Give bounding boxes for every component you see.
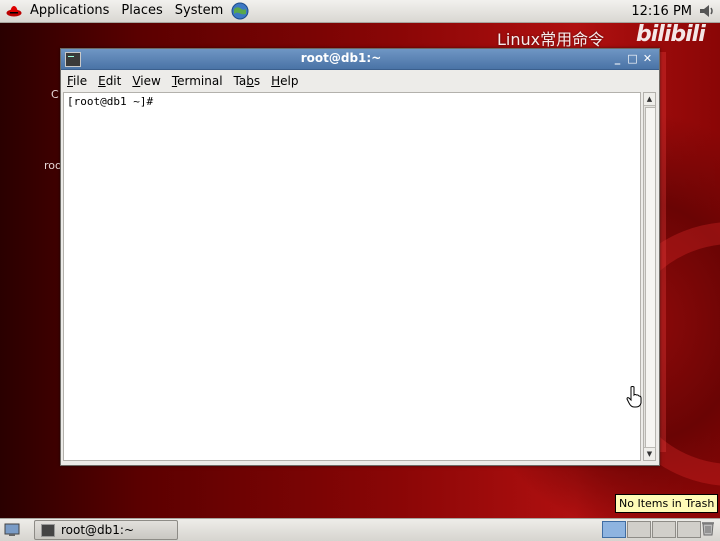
terminal-text-area[interactable]: [root@db1 ~]#	[63, 92, 641, 461]
panel-tray: 12:16 PM	[625, 3, 720, 19]
window-menubar: File Edit View Terminal Tabs Help	[61, 70, 659, 92]
places-menu[interactable]: Places	[115, 0, 168, 22]
trash-tooltip: No Items in Trash	[615, 494, 719, 513]
top-panel: Applications Places System 12:16 PM	[0, 0, 720, 23]
minimize-icon[interactable]: _	[611, 52, 624, 65]
hand-cursor-icon	[626, 386, 642, 408]
menu-view[interactable]: View	[127, 70, 165, 92]
workspace-1[interactable]	[602, 521, 626, 538]
workspace-switcher	[602, 521, 702, 538]
scroll-down-arrow-icon[interactable]: ▼	[644, 447, 655, 460]
vertical-scrollbar[interactable]: ▲ ▼	[643, 92, 656, 461]
menu-help[interactable]: Help	[266, 70, 303, 92]
applications-menu[interactable]: Applications	[24, 0, 115, 22]
taskbar-button-terminal[interactable]: root@db1:~	[34, 520, 178, 540]
redhat-logo-icon[interactable]	[6, 4, 22, 18]
workspace-3[interactable]	[652, 521, 676, 538]
menu-terminal[interactable]: Terminal	[167, 70, 228, 92]
terminal-icon	[41, 523, 55, 537]
menu-edit[interactable]: Edit	[93, 70, 126, 92]
main-menu: Applications Places System	[0, 0, 249, 22]
scroll-up-arrow-icon[interactable]: ▲	[644, 93, 655, 106]
scrollbar-thumb[interactable]	[645, 107, 656, 449]
desktop-icon-label[interactable]: C	[51, 88, 59, 101]
maximize-icon[interactable]: □	[626, 52, 639, 65]
taskbar-button-label: root@db1:~	[61, 523, 135, 537]
terminal-window[interactable]: root@db1:~ _ □ ✕ File Edit View Terminal…	[60, 48, 660, 466]
menu-file[interactable]: File	[62, 70, 92, 92]
video-watermark-text: Linux常用命令	[497, 30, 605, 49]
shell-prompt: [root@db1 ~]#	[67, 95, 154, 108]
workspace-2[interactable]	[627, 521, 651, 538]
window-title: root@db1:~	[300, 51, 382, 65]
clock[interactable]: 12:16 PM	[625, 4, 698, 19]
workspace-4[interactable]	[677, 521, 701, 538]
show-desktop-icon[interactable]	[4, 523, 20, 537]
volume-icon[interactable]	[698, 3, 716, 19]
system-menu[interactable]: System	[169, 0, 229, 22]
trash-icon[interactable]	[701, 520, 715, 536]
menu-tabs[interactable]: Tabs	[229, 70, 266, 92]
bilibili-logo: bilibili	[636, 22, 706, 47]
globe-icon[interactable]	[231, 2, 249, 20]
window-titlebar[interactable]: root@db1:~ _ □ ✕	[61, 49, 659, 70]
desktop-decoration	[660, 52, 666, 452]
close-icon[interactable]: ✕	[641, 52, 654, 65]
